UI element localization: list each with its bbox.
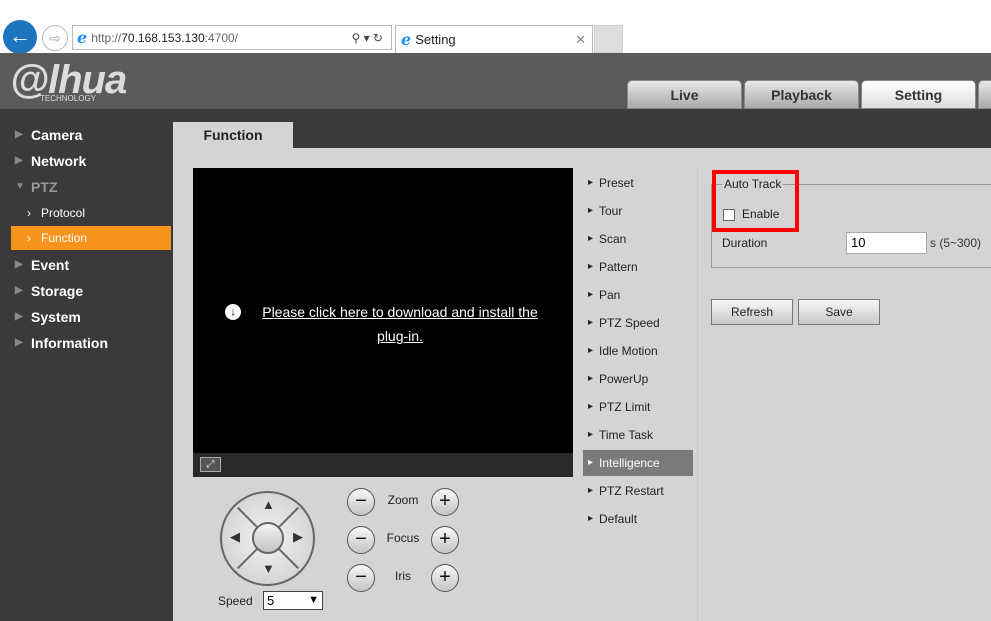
ie-icon: e (401, 30, 412, 49)
divider (697, 168, 698, 621)
chevron-down-icon: ▼ (308, 594, 319, 606)
tab-title: Setting (415, 32, 456, 47)
menu-ptz-restart[interactable]: PTZ Restart (583, 478, 693, 504)
iris-minus-button[interactable]: − (347, 564, 375, 592)
focus-minus-button[interactable]: − (347, 526, 375, 554)
menu-scan[interactable]: Scan (583, 226, 693, 252)
down-arrow-icon[interactable]: ▼ (262, 561, 275, 576)
close-tab-icon[interactable]: ✕ (575, 32, 586, 48)
right-arrow-icon[interactable]: ▶ (293, 529, 303, 545)
duration-input[interactable]: 10 (846, 232, 927, 254)
plugin-download-link[interactable]: Please click here to download and instal… (250, 300, 550, 348)
menu-time-task[interactable]: Time Task (583, 422, 693, 448)
up-arrow-icon[interactable]: ▲ (262, 497, 275, 512)
sidebar-item-event[interactable]: ▶ Event (0, 253, 172, 277)
search-icon[interactable]: ⚲ ▾ ↻ (351, 31, 383, 45)
speed-select[interactable]: 5 ▼ (263, 591, 323, 610)
tab-function[interactable]: Function (173, 122, 293, 149)
duration-label: Duration (722, 236, 768, 250)
menu-idle-motion[interactable]: Idle Motion (583, 338, 693, 364)
menu-powerup[interactable]: PowerUp (583, 366, 693, 392)
duration-unit: s (5~300) (930, 236, 982, 250)
tab-playback[interactable]: Playback (744, 80, 859, 109)
forward-button[interactable]: ⇨ (42, 25, 68, 51)
sidebar-item-information[interactable]: ▶ Information (0, 331, 172, 355)
speed-label: Speed (218, 594, 253, 608)
menu-ptz-limit[interactable]: PTZ Limit (583, 394, 693, 420)
ptz-center-button[interactable] (252, 522, 284, 554)
ie-icon: e (77, 28, 88, 47)
back-button[interactable]: ← (3, 20, 37, 54)
sidebar: ▶ Camera ▶ Network ▼ PTZ › Protocol › Functio… (0, 109, 172, 621)
menu-intelligence[interactable]: Intelligence (583, 450, 693, 476)
zoom-label: Zoom (387, 493, 419, 507)
refresh-button[interactable]: Refresh (711, 299, 793, 325)
sidebar-item-network[interactable]: ▶ Network (0, 149, 172, 173)
menu-tour[interactable]: Tour (583, 198, 693, 224)
menu-pattern[interactable]: Pattern (583, 254, 693, 280)
iris-plus-button[interactable]: + (431, 564, 459, 592)
logo-subtitle: TECHNOLOGY (40, 94, 97, 103)
sidebar-item-protocol[interactable]: › Protocol (0, 201, 172, 225)
fullscreen-icon[interactable]: ⤢ (200, 457, 221, 472)
url-text: http://70.168.153.130:4700/ (91, 30, 239, 45)
tab-more[interactable] (978, 80, 991, 109)
address-bar[interactable]: e http://70.168.153.130:4700/ ⚲ ▾ ↻ (72, 25, 392, 50)
new-tab-button[interactable] (594, 25, 623, 53)
sidebar-item-system[interactable]: ▶ System (0, 305, 172, 329)
left-arrow-icon[interactable]: ◀ (230, 529, 240, 545)
highlight-box (712, 170, 799, 232)
tab-setting[interactable]: Setting (861, 80, 976, 109)
save-button[interactable]: Save (798, 299, 880, 325)
sidebar-item-storage[interactable]: ▶ Storage (0, 279, 172, 303)
menu-preset[interactable]: Preset (583, 170, 693, 196)
sidebar-item-camera[interactable]: ▶ Camera (0, 123, 172, 147)
tab-live[interactable]: Live (627, 80, 742, 109)
focus-label: Focus (386, 531, 420, 545)
focus-plus-button[interactable]: + (431, 526, 459, 554)
menu-ptz-speed[interactable]: PTZ Speed (583, 310, 693, 336)
menu-default[interactable]: Default (583, 506, 693, 532)
menu-pan[interactable]: Pan (583, 282, 693, 308)
zoom-in-button[interactable]: + (431, 488, 459, 516)
sidebar-item-function[interactable]: › Function (11, 226, 171, 250)
browser-tab[interactable]: e Setting ✕ (395, 25, 593, 53)
zoom-out-button[interactable]: − (347, 488, 375, 516)
iris-label: Iris (395, 569, 411, 583)
download-icon[interactable]: ↓ (225, 304, 241, 320)
sidebar-item-ptz[interactable]: ▼ PTZ (0, 175, 172, 199)
video-toolbar (193, 453, 573, 477)
